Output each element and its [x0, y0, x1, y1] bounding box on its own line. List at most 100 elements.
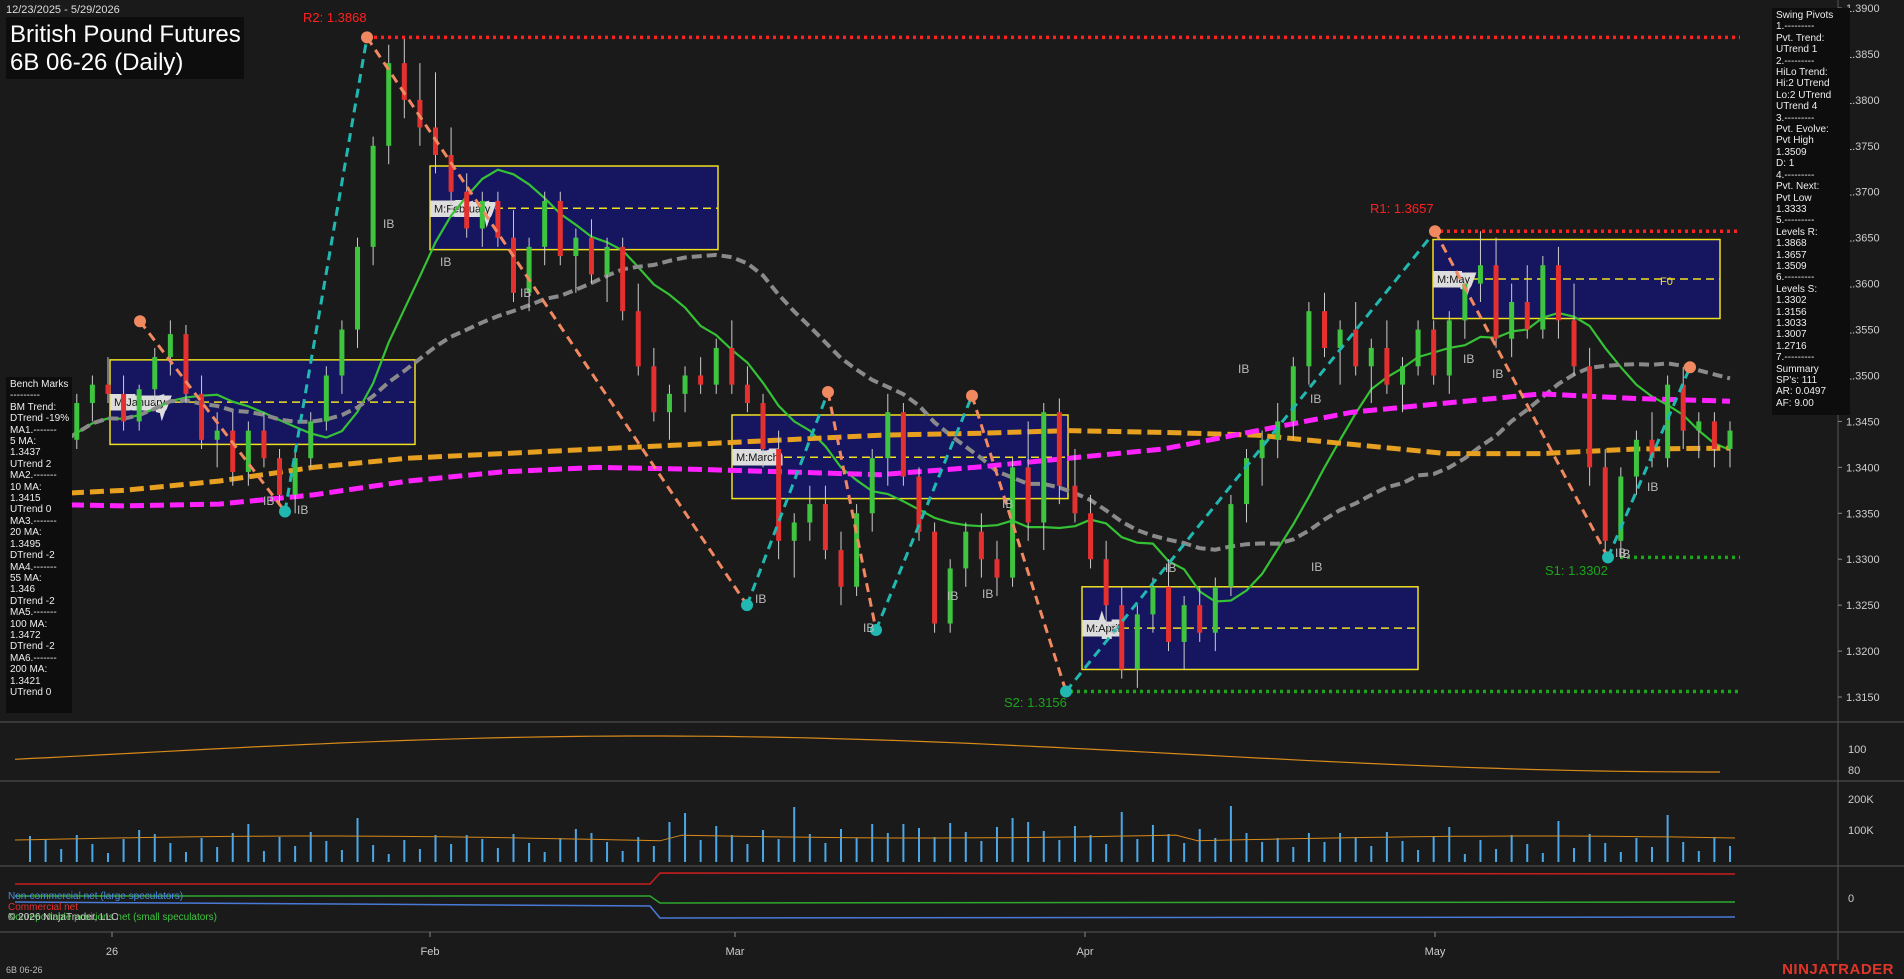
date-range: 12/23/2025 - 5/29/2026 [6, 4, 120, 16]
chart-canvas[interactable]: 1.3150 1.3200 1.3250 1.3300 1.3350 1.3400 1.34… [0, 0, 1904, 979]
y-tick-label: 1.3550 [1846, 325, 1880, 337]
y-tick-label: 1.3800 [1846, 95, 1880, 107]
candle-body [1696, 421, 1702, 431]
candle-body [339, 329, 345, 376]
swing-pivot-line: AF: 9.00 [1776, 397, 1814, 409]
candle-body [1384, 347, 1390, 385]
candle-body [277, 458, 283, 495]
swing-pivot-line: 1.3007 [1776, 329, 1807, 341]
ib-label: IB [1165, 561, 1176, 575]
candle-body [323, 375, 329, 422]
swing-pivot-line: 4.--------- [1776, 169, 1815, 181]
bench-mark-line: UTrend 0 [10, 686, 52, 698]
swing-pivot-line: Pvt. Evolve: [1776, 124, 1829, 136]
swing-pivot-line: Hi:2 UTrend [1776, 78, 1830, 90]
bench-mark-line: DTrend -2 [10, 595, 55, 607]
candle-body [838, 550, 844, 587]
bench-mark-line: DTrend -19% [10, 413, 70, 425]
swing-pivot-line: Lo:2 UTrend [1776, 89, 1832, 101]
bench-mark-line: MA6.------- [10, 652, 57, 664]
ib-label: IB [982, 587, 993, 601]
candle-body [1711, 421, 1717, 449]
swing-pivot-line: Pvt High [1776, 135, 1814, 147]
bench-mark-line: 1.3437 [10, 447, 41, 459]
bench-mark-line: Bench Marks [10, 379, 69, 390]
bench-mark-line: BM Trend: [10, 401, 57, 413]
ib-label: IB [1492, 367, 1503, 381]
candle-body [885, 412, 891, 459]
candle-body [635, 311, 641, 367]
candle-body [1088, 513, 1094, 560]
bench-mark-line: 1.3415 [10, 493, 41, 505]
candle-body [760, 403, 766, 449]
bench-mark-line: MA5.------- [10, 607, 57, 619]
volume-average-line [14, 834, 1736, 842]
candle-body [666, 393, 672, 413]
candle-body [1477, 265, 1483, 284]
cot-legend-item: Non-commercial net (large speculators) [8, 891, 184, 902]
level-label-r1: R1: 1.3657 [1370, 201, 1434, 216]
swing-pivot-line: 5.--------- [1776, 215, 1815, 227]
ib-label: IB [263, 494, 274, 508]
bench-marks-panel: Bench Marks --------- BM Trend: DTrend -19%… [6, 377, 72, 713]
candle-body [651, 366, 657, 413]
ib-label: IB [297, 503, 308, 517]
brand-logo: NINJATRADER [1782, 961, 1894, 978]
bench-mark-line: DTrend -2 [10, 550, 55, 562]
footer-instrument: 6B 06-26 [6, 965, 43, 975]
swing-pivot-line: 1.3333 [1776, 203, 1807, 215]
candle-body [916, 476, 922, 532]
candle-body [1727, 430, 1733, 449]
bench-mark-line: 1.3495 [10, 538, 41, 550]
candle-body [1119, 605, 1125, 670]
y-tick-label: 1.3450 [1846, 416, 1880, 428]
bench-mark-line: 200 MA: [10, 664, 48, 676]
swing-pivot-line: Swing Pivots [1776, 10, 1834, 21]
swing-pivot-line: Pvt. Next: [1776, 181, 1820, 193]
candle-body [1010, 467, 1016, 578]
copyright: © 2026 NinjaTrader, LLC [8, 912, 119, 923]
swing-pivot-dot [361, 31, 373, 44]
candle-body [620, 246, 626, 312]
candle-body [1368, 347, 1374, 367]
candle-body [1665, 384, 1671, 459]
chart-title-box: British Pound Futures 6B 06-26 (Daily) [6, 17, 244, 79]
y-tick-label: 1.3300 [1846, 554, 1880, 566]
candle-body [1587, 366, 1593, 468]
candle-body [355, 246, 361, 330]
swing-pivot-dot [1684, 361, 1696, 374]
y-tick-label: 1.3900 [1846, 3, 1880, 15]
candle-body [604, 246, 610, 275]
swing-pivot-dot [1602, 551, 1614, 564]
monthly-box [731, 414, 1069, 500]
candle-body [1181, 605, 1187, 642]
y-tick-label: 1.3350 [1846, 508, 1880, 520]
osc-tick-label: 100 [1848, 744, 1866, 756]
swing-pivot-line: UTrend 4 [1776, 101, 1818, 113]
ib-label: IB [1463, 352, 1474, 366]
osc-tick-label: 80 [1848, 765, 1860, 777]
candle-body [729, 347, 735, 385]
swing-pivot-dot [1429, 225, 1441, 238]
bench-mark-line: 1.346 [10, 584, 36, 596]
swing-pivot-line: 1.3509 [1776, 260, 1807, 272]
candle-body [900, 412, 906, 477]
candle-body [214, 430, 220, 440]
candle-body [386, 63, 392, 146]
swing-pivot-line: 1.2716 [1776, 340, 1807, 352]
ib-label: IB [1238, 362, 1249, 376]
candle-body [1618, 476, 1624, 541]
candle-body [1103, 559, 1109, 606]
ib-label: IB [947, 589, 958, 603]
candle-body [1197, 605, 1203, 633]
swing-pivot-line: Levels R: [1776, 226, 1818, 238]
candle-body [682, 375, 688, 394]
candle-body [854, 513, 860, 587]
candle-body [1150, 586, 1156, 615]
candle-body [1306, 311, 1312, 367]
candle-body [261, 430, 267, 459]
swing-line [1606, 366, 1692, 558]
bench-mark-line: MA1.------- [10, 424, 57, 436]
candle-body [74, 403, 80, 440]
candle-body [1166, 586, 1172, 642]
